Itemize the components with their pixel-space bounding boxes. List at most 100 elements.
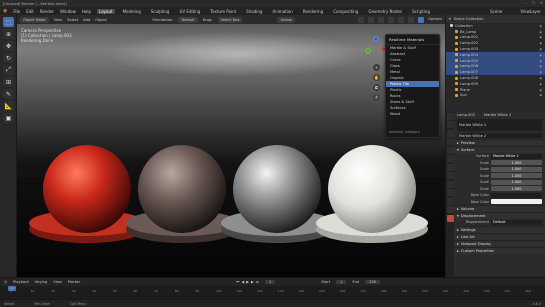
mode-dropdown[interactable]: Object Mode <box>20 16 49 23</box>
eye-icon[interactable]: ◉ <box>539 76 542 80</box>
jump-end-icon[interactable]: ⏭ <box>256 280 259 284</box>
3d-viewport[interactable]: Camera Perspective (1) Collection | Lamp… <box>17 24 445 277</box>
menu-object[interactable]: Object <box>95 18 107 22</box>
eye-icon[interactable]: ◉ <box>539 93 542 97</box>
rendered-shading-icon[interactable] <box>418 16 425 23</box>
eye-icon[interactable]: ◉ <box>539 82 542 86</box>
tab-animation[interactable]: Animation <box>270 9 294 14</box>
options-dropdown[interactable]: Options <box>428 17 442 23</box>
menu-playback[interactable]: Playback <box>13 280 29 284</box>
play-icon[interactable]: ▶ <box>246 280 249 284</box>
rotate-tool-icon[interactable]: ↻ <box>3 53 14 63</box>
tab-texture-paint[interactable]: Texture Paint <box>208 9 238 14</box>
data-properties-icon[interactable] <box>447 206 454 213</box>
move-tool-icon[interactable]: ✥ <box>3 41 14 51</box>
minimize-icon[interactable]: – <box>525 1 527 5</box>
eye-icon[interactable]: ◉ <box>539 64 542 68</box>
output-properties-icon[interactable] <box>447 129 454 137</box>
tab-shading[interactable]: Shading <box>244 9 264 14</box>
end-frame[interactable]: 250 <box>365 280 381 284</box>
eye-icon[interactable]: ◉ <box>539 24 542 28</box>
eye-icon[interactable]: ◉ <box>539 53 542 57</box>
constraint-properties-icon[interactable] <box>447 197 454 205</box>
material-properties-icon[interactable] <box>447 214 454 222</box>
base-color-swatch[interactable] <box>491 199 542 205</box>
section-viewport-display[interactable]: ▸ Viewport Display <box>454 239 545 247</box>
tab-layout[interactable]: Layout <box>96 8 115 14</box>
gizmo-z-icon[interactable]: Z <box>373 36 379 42</box>
scale-input[interactable]: 1.000 <box>491 166 542 172</box>
jump-start-icon[interactable]: ⏮ <box>236 280 239 284</box>
eye-icon[interactable]: ◉ <box>539 88 542 92</box>
section-surface[interactable]: ▾ Surface <box>454 146 545 153</box>
physics-properties-icon[interactable] <box>447 189 454 196</box>
section-displacement[interactable]: ▾ Displacement <box>454 212 545 219</box>
section-custom-properties[interactable]: ▸ Custom Properties <box>454 246 545 254</box>
orientation-dropdown[interactable]: Default <box>178 16 198 23</box>
scale-input[interactable]: 1.000 <box>491 179 542 185</box>
scene-selector[interactable]: Scene <box>490 9 502 14</box>
timeline-editor-icon[interactable]: ◷ <box>4 280 7 284</box>
gizmo-toggle-icon[interactable] <box>368 16 375 23</box>
material-slot[interactable]: Marble White 2 <box>457 119 542 131</box>
step-back-icon[interactable]: ◀ <box>241 280 244 284</box>
transform-pivot-dropdown[interactable]: Global <box>277 16 295 23</box>
menu-select[interactable]: Select <box>67 18 78 22</box>
wireframe-shading-icon[interactable] <box>388 16 395 23</box>
select-box-tool-icon[interactable]: ⬚ <box>3 17 14 27</box>
popup-item[interactable]: Wood <box>386 111 439 117</box>
modifier-properties-icon[interactable] <box>447 172 454 179</box>
menu-edit[interactable]: Edit <box>26 9 34 14</box>
camera-view-icon[interactable]: ◘ <box>373 84 380 91</box>
menu-file[interactable]: File <box>13 9 20 14</box>
tab-sculpting[interactable]: Sculpting <box>149 9 172 14</box>
section-line-art[interactable]: ▸ Line Art <box>454 232 545 240</box>
menu-help[interactable]: Help <box>82 9 91 14</box>
menu-render[interactable]: Render <box>40 9 54 14</box>
transform-tool-icon[interactable]: ⊞ <box>3 77 14 87</box>
drag-dropdown[interactable]: Select Box <box>217 16 243 23</box>
tab-scripting[interactable]: Scripting <box>410 9 432 14</box>
timeline-ruler[interactable]: 1 1 10 20 30 40 50 60 70 80 90 100 110 120 130 140 150 1… <box>0 286 545 300</box>
grid-view-icon[interactable]: # <box>373 94 380 101</box>
material-selector[interactable]: Marble White 2 <box>457 133 542 138</box>
section-preview[interactable]: ▸ Preview <box>454 139 545 146</box>
eye-icon[interactable]: ◉ <box>539 59 542 63</box>
tab-uv-editing[interactable]: UV Editing <box>177 9 202 14</box>
add-cube-tool-icon[interactable]: ▣ <box>3 113 14 123</box>
close-icon[interactable]: ✕ <box>540 1 543 5</box>
gizmo-y-icon[interactable]: Y <box>365 48 371 54</box>
current-frame[interactable]: 1 <box>264 280 276 284</box>
surface-shader-dropdown[interactable]: Marble White 2 <box>491 153 542 159</box>
scale-input[interactable]: 1.000 <box>491 173 542 179</box>
menu-window[interactable]: Window <box>60 9 76 14</box>
start-frame[interactable]: 1 <box>336 280 347 284</box>
section-settings[interactable]: ▸ Settings <box>454 225 545 233</box>
eye-icon[interactable]: ◉ <box>539 35 542 39</box>
scale-input[interactable]: 1.000 <box>491 160 542 166</box>
blender-logo-icon[interactable]: ◉ <box>3 8 7 14</box>
material-slot-list[interactable]: Marble White 2 <box>454 118 545 132</box>
view-layer-selector[interactable]: ViewLayer <box>520 9 541 14</box>
outliner-row[interactable]: Sun ◉ <box>446 93 545 99</box>
object-properties-icon[interactable] <box>447 163 454 171</box>
step-forward-icon[interactable]: ▶ <box>251 280 254 284</box>
menu-keying[interactable]: Keying <box>35 280 47 284</box>
visibility-icon[interactable] <box>358 16 365 23</box>
zoom-icon[interactable]: + <box>373 64 380 71</box>
annotate-tool-icon[interactable]: ✎ <box>3 89 14 99</box>
tab-rendering[interactable]: Rendering <box>301 9 325 14</box>
menu-view[interactable]: View <box>53 280 62 284</box>
sphere-white[interactable] <box>316 145 428 243</box>
eye-icon[interactable]: ◉ <box>539 70 542 74</box>
overlay-toggle-icon[interactable] <box>378 16 385 23</box>
menu-marker[interactable]: Marker <box>68 280 80 284</box>
section-volume[interactable]: ▸ Volume <box>454 205 545 212</box>
material-shading-icon[interactable] <box>408 16 415 23</box>
eye-icon[interactable]: ◉ <box>539 41 542 45</box>
particle-properties-icon[interactable] <box>447 180 454 188</box>
eye-icon[interactable]: ◉ <box>539 30 542 34</box>
pan-hand-icon[interactable]: ✋ <box>373 74 380 81</box>
displacement-dropdown[interactable]: Default <box>491 219 542 225</box>
eye-icon[interactable]: ◉ <box>539 47 542 51</box>
